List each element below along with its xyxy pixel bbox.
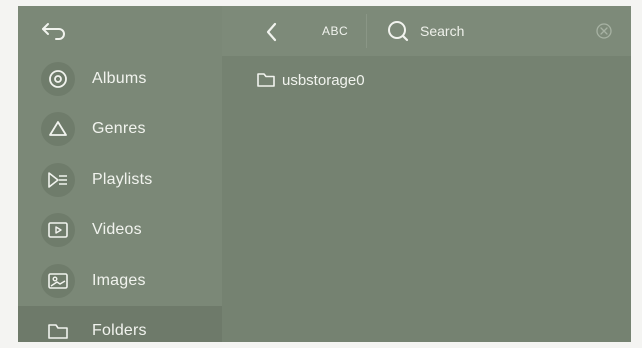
playlist-icon xyxy=(48,172,67,188)
sidebar-item-label: Folders xyxy=(92,322,147,339)
clear-search-icon[interactable] xyxy=(595,22,613,40)
sidebar-item-label: Images xyxy=(92,272,146,289)
sidebar-item-label: Playlists xyxy=(92,171,153,188)
main-panel: ABC usbstorage0 xyxy=(222,6,631,342)
video-icon xyxy=(48,222,68,238)
sidebar-item-albums[interactable]: Albums xyxy=(18,54,222,104)
disc-icon xyxy=(49,70,67,88)
folder-list-item[interactable]: usbstorage0 xyxy=(256,68,365,92)
sidebar: Albums Genres Playlists Videos Images Fo… xyxy=(18,6,222,342)
abc-sort-button[interactable]: ABC xyxy=(322,24,348,38)
sidebar-item-videos[interactable]: Videos xyxy=(18,205,222,255)
sidebar-item-label: Albums xyxy=(92,70,147,87)
media-app-screen: Albums Genres Playlists Videos Images Fo… xyxy=(18,6,631,342)
sidebar-item-label: Genres xyxy=(92,120,146,137)
toolbar-divider xyxy=(366,14,367,48)
sidebar-item-label: Videos xyxy=(92,221,142,238)
sidebar-item-folders[interactable]: Folders xyxy=(18,306,222,342)
back-button[interactable] xyxy=(36,16,72,46)
search-input[interactable] xyxy=(420,19,580,43)
sidebar-item-genres[interactable]: Genres xyxy=(18,104,222,154)
triangle-icon xyxy=(49,121,67,136)
search-icon[interactable] xyxy=(386,19,410,43)
folder-icon xyxy=(48,324,68,339)
toolbar: ABC xyxy=(222,6,631,56)
back-arrow-icon xyxy=(42,23,65,40)
folder-icon xyxy=(257,73,275,87)
chevron-left-icon[interactable] xyxy=(260,20,284,44)
sidebar-item-images[interactable]: Images xyxy=(18,256,222,306)
sidebar-item-playlists[interactable]: Playlists xyxy=(18,155,222,205)
image-icon xyxy=(48,273,68,289)
folder-name: usbstorage0 xyxy=(282,71,365,89)
